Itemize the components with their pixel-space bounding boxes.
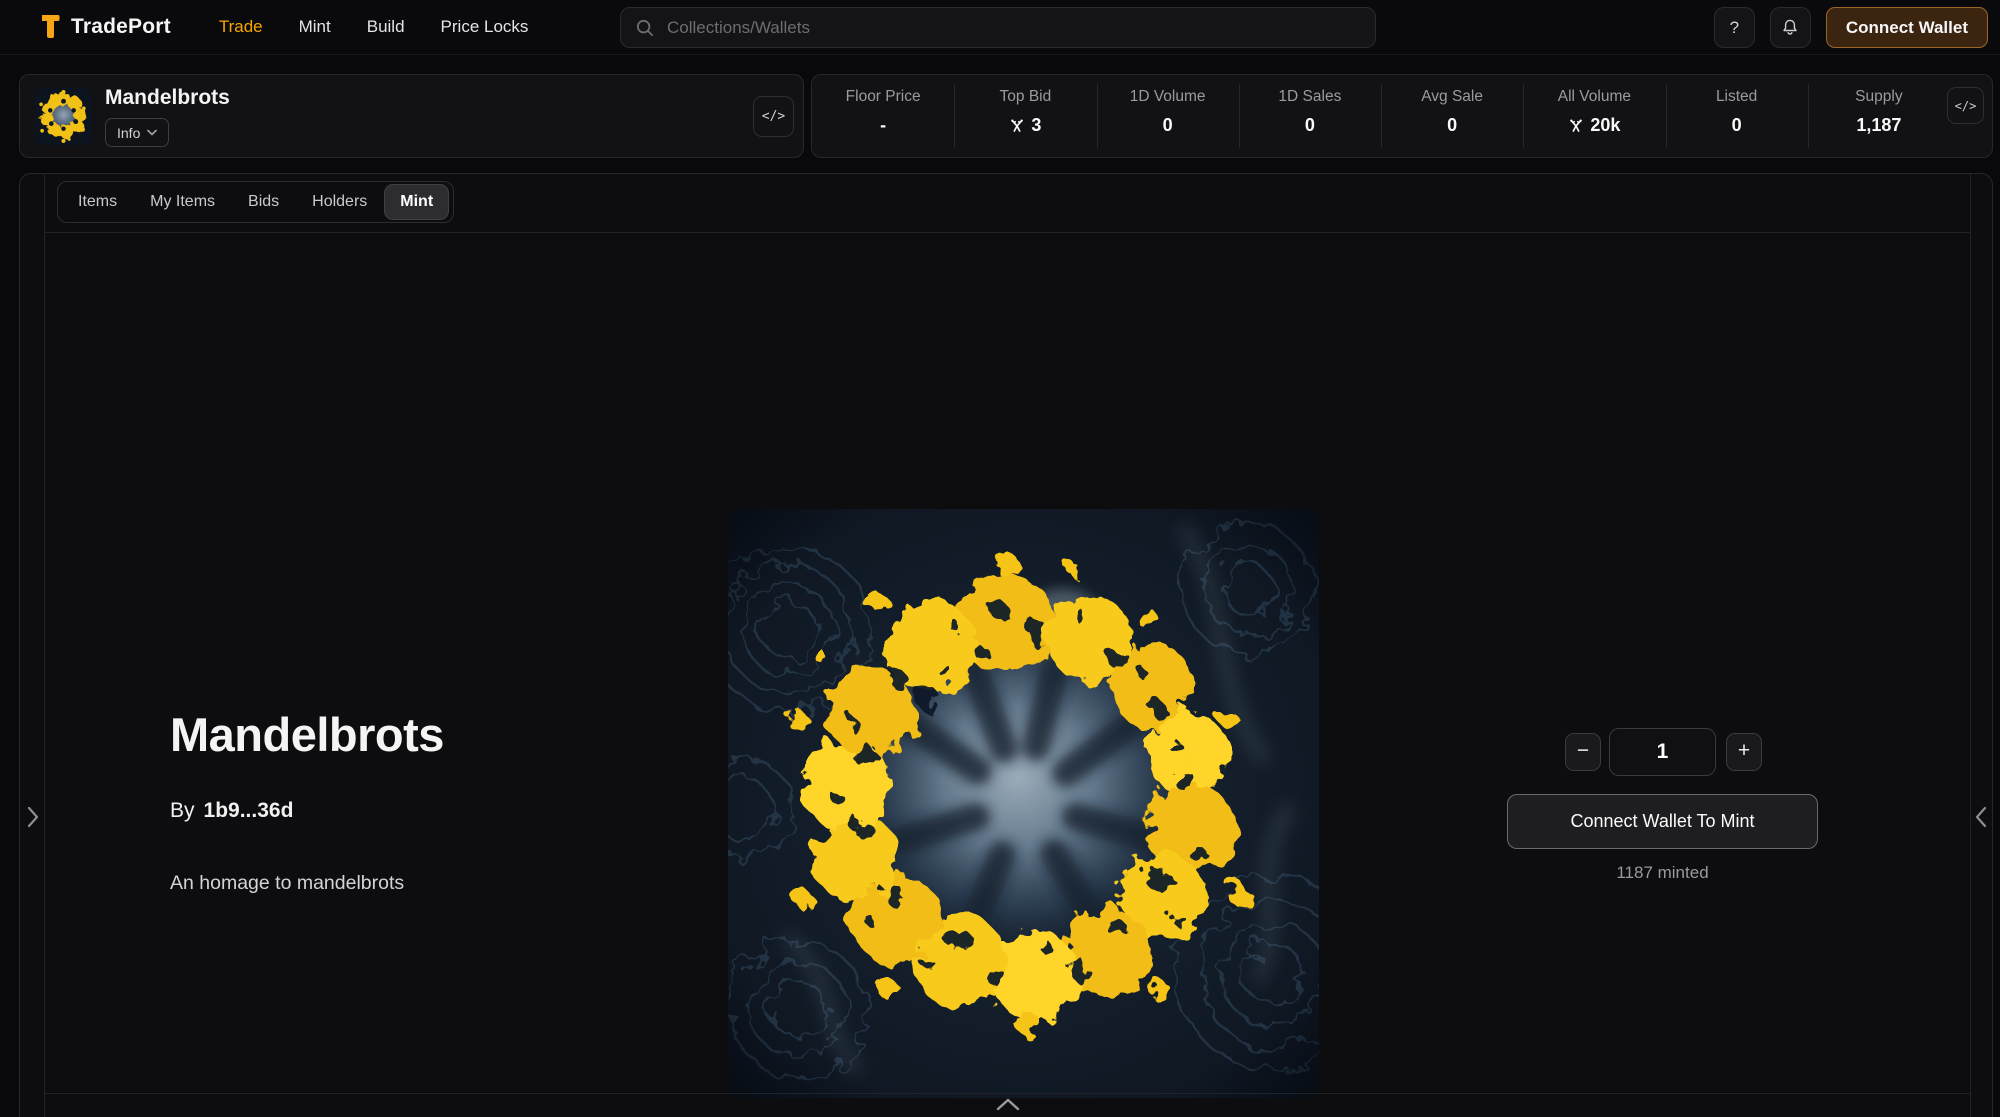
tradeport-app: TradePort Trade Mint Build Price Locks ?: [0, 0, 2000, 1117]
tab-holders[interactable]: Holders: [297, 185, 382, 219]
stat-label: Top Bid: [1000, 88, 1052, 106]
stats-code-button[interactable]: </>: [1947, 87, 1984, 124]
tabs-row: Items My Items Bids Holders Mint: [45, 174, 1970, 233]
quantity-increase-button[interactable]: +: [1726, 733, 1762, 771]
tradeport-logo-icon: [30, 12, 61, 42]
stat-value: -: [880, 115, 886, 136]
stat-floor-price: Floor Price -: [812, 75, 954, 157]
info-dropdown[interactable]: Info: [105, 118, 169, 147]
connect-wallet-button[interactable]: Connect Wallet: [1826, 7, 1988, 48]
stat-label: Supply: [1855, 88, 1902, 106]
bell-icon: [1780, 17, 1800, 38]
collection-stats-card: Floor Price - Top Bid 3: [811, 74, 1993, 158]
search-input[interactable]: [665, 17, 1361, 39]
stat-1d-volume: 1D Volume 0: [1097, 75, 1239, 157]
stat-avg-sale: Avg Sale 0: [1381, 75, 1523, 157]
nav-item-trade[interactable]: Trade: [219, 17, 263, 37]
connect-wallet-to-mint-button[interactable]: Connect Wallet To Mint: [1507, 794, 1818, 849]
mint-collection-title: Mandelbrots: [170, 707, 444, 762]
expand-right-panel-chevron-icon[interactable]: [1975, 806, 1987, 828]
stat-label: 1D Sales: [1278, 88, 1341, 106]
navbar-actions: ? Connect Wallet: [1714, 7, 1988, 48]
nav-item-mint[interactable]: Mint: [299, 17, 331, 37]
by-label: By: [170, 799, 195, 822]
token-icon: [1568, 118, 1584, 134]
collection-description: An homage to mandelbrots: [170, 872, 404, 895]
tab-mint[interactable]: Mint: [385, 185, 448, 219]
tab-bids[interactable]: Bids: [233, 185, 294, 219]
search-icon: [635, 18, 655, 38]
brand-name: TradePort: [71, 15, 171, 39]
stat-value: 0: [1447, 115, 1457, 136]
collection-artwork: [728, 509, 1319, 1098]
tab-my-items[interactable]: My Items: [135, 185, 230, 219]
minted-count: 1187 minted: [1507, 863, 1818, 883]
stat-value: 20k: [1568, 115, 1620, 136]
nav-item-price-locks[interactable]: Price Locks: [441, 17, 529, 37]
notifications-button[interactable]: [1770, 7, 1811, 48]
nav-links: Trade Mint Build Price Locks: [219, 17, 529, 37]
tab-items[interactable]: Items: [63, 185, 132, 219]
stat-label: 1D Volume: [1130, 88, 1206, 106]
chevron-down-icon: [147, 129, 157, 136]
main-panel: Items My Items Bids Holders Mint Mandelb…: [19, 173, 1993, 1117]
stat-value: 0: [1163, 115, 1173, 136]
stat-top-bid: Top Bid 3: [954, 75, 1096, 157]
navbar: TradePort Trade Mint Build Price Locks ?: [0, 0, 2000, 55]
stat-label: All Volume: [1558, 88, 1631, 106]
help-button[interactable]: ?: [1714, 7, 1755, 48]
stat-number: 3: [1031, 115, 1041, 136]
stat-1d-sales: 1D Sales 0: [1239, 75, 1381, 157]
token-icon: [1009, 118, 1025, 134]
creator-address[interactable]: 1b9...36d: [204, 799, 294, 822]
expand-bottom-panel-chevron-icon[interactable]: [996, 1098, 1020, 1117]
stat-value: 1,187: [1856, 115, 1901, 136]
nav-item-build[interactable]: Build: [367, 17, 405, 37]
expand-left-panel-chevron-icon[interactable]: [27, 806, 39, 828]
left-rail: [20, 174, 45, 1117]
stat-value: 0: [1305, 115, 1315, 136]
stat-label: Avg Sale: [1421, 88, 1483, 106]
stat-number: 20k: [1590, 115, 1620, 136]
stat-label: Listed: [1716, 88, 1757, 106]
right-rail: [1970, 174, 1992, 1117]
stat-listed: Listed 0: [1666, 75, 1808, 157]
brand[interactable]: TradePort: [30, 12, 171, 42]
creator-byline: By 1b9...36d: [170, 799, 293, 823]
contract-code-button[interactable]: </>: [753, 96, 794, 137]
stat-value: 0: [1732, 115, 1742, 136]
collection-title: Mandelbrots: [105, 86, 230, 110]
collection-header-card: Mandelbrots Info </>: [19, 74, 804, 158]
tabs: Items My Items Bids Holders Mint: [57, 181, 454, 223]
stat-all-volume: All Volume 20k: [1523, 75, 1665, 157]
quantity-input[interactable]: [1609, 728, 1716, 776]
quantity-decrease-button[interactable]: −: [1565, 733, 1601, 771]
bottom-bar: [45, 1093, 1970, 1117]
info-label: Info: [117, 125, 140, 141]
stat-value: 3: [1009, 115, 1041, 136]
collection-avatar[interactable]: [35, 88, 92, 145]
stat-label: Floor Price: [846, 88, 921, 106]
search-bar[interactable]: [620, 7, 1376, 48]
